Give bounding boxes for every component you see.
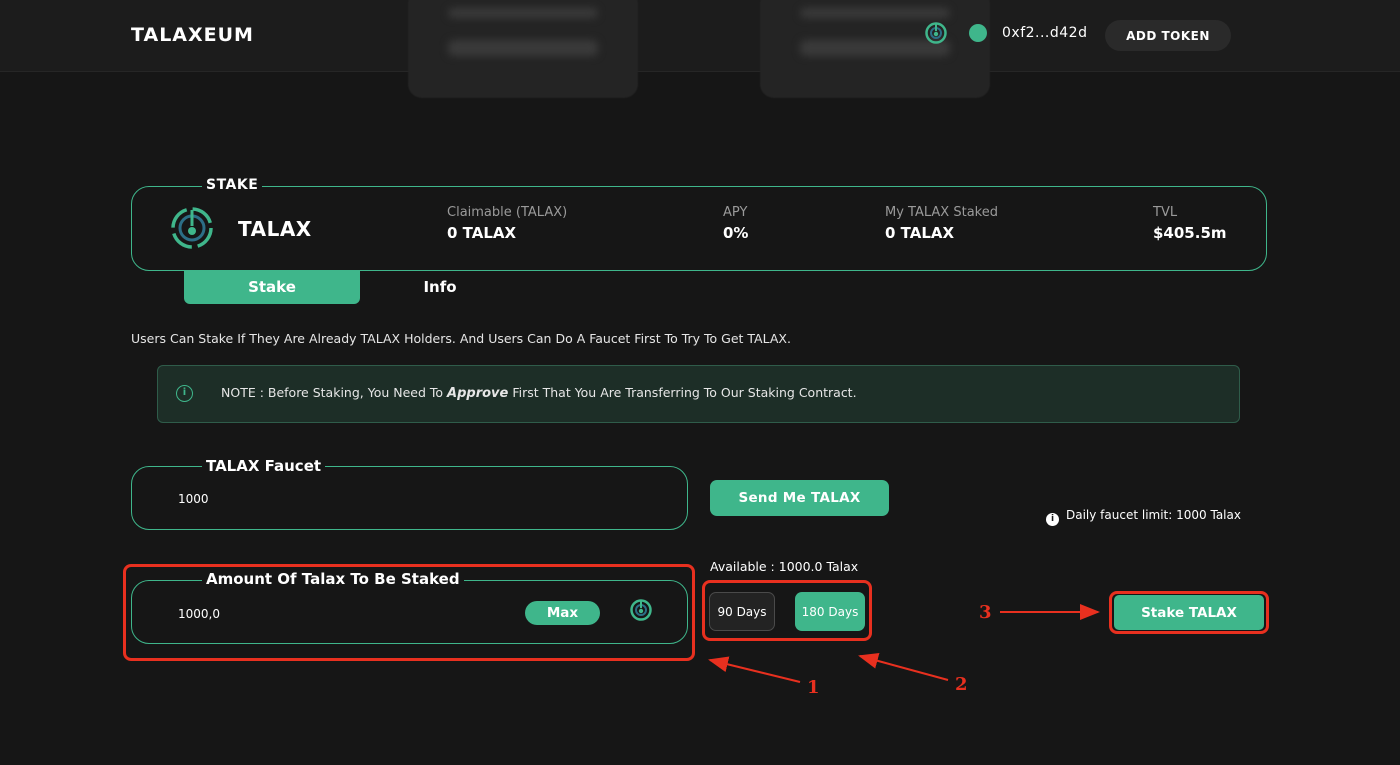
annotation-number-2: 2 — [955, 674, 968, 695]
stat-label: APY — [723, 205, 748, 220]
section-label: STAKE — [202, 177, 263, 193]
faucet-field[interactable]: TALAX Faucet 1000 — [131, 457, 688, 530]
note-text: NOTE : Before Staking, You Need To Appro… — [221, 385, 857, 401]
send-me-talax-button[interactable]: Send Me TALAX — [710, 480, 889, 516]
wallet-address[interactable]: 0xf2...d42d — [1002, 25, 1087, 41]
stat-value: 0 TALAX — [885, 224, 955, 242]
stake-summary-card: STAKE TALAX Claimable (TALAX) 0 TALAX AP… — [131, 177, 1267, 271]
stat-value: 0% — [723, 224, 749, 242]
stat-apy: APY 0% — [723, 205, 748, 242]
annotation-number-1: 1 — [807, 677, 820, 698]
note-suffix: First That You Are Transferring To Our S… — [508, 385, 857, 400]
app-logo[interactable]: TALAXEUM — [131, 24, 254, 46]
stat-tvl: TVL $405.5m — [1153, 205, 1227, 242]
approve-note-banner: i NOTE : Before Staking, You Need To App… — [157, 365, 1240, 423]
stat-label: My TALAX Staked — [885, 205, 998, 220]
token-name: TALAX — [238, 217, 312, 241]
annotation-highlight-duration — [702, 580, 872, 641]
annotation-highlight-amount — [123, 564, 695, 661]
stat-label: Claimable (TALAX) — [447, 205, 568, 220]
stat-value: $405.5m — [1153, 224, 1227, 242]
note-prefix: NOTE : Before Staking, You Need To — [221, 385, 448, 400]
info-icon: i — [176, 385, 193, 402]
add-token-button[interactable]: ADD TOKEN — [1105, 20, 1231, 51]
talax-token-icon — [171, 207, 213, 249]
faucet-label: TALAX Faucet — [202, 457, 326, 475]
tab-stake[interactable]: Stake — [184, 271, 360, 304]
top-navbar: TALAXEUM 0xf2...d42d ADD TOKEN — [0, 0, 1400, 98]
stat-label: TVL — [1153, 205, 1178, 220]
network-icon[interactable] — [925, 22, 947, 44]
stat-value: 0 TALAX — [447, 224, 517, 242]
info-icon: i — [1046, 513, 1059, 526]
faucet-limit-text: Daily faucet limit: 1000 Talax — [1066, 508, 1241, 522]
stat-my-staked: My TALAX Staked 0 TALAX — [885, 205, 998, 242]
blurred-stat-card — [408, 0, 638, 98]
wallet-avatar[interactable] — [969, 24, 987, 42]
faucet-limit-info: i Daily faucet limit: 1000 Talax — [1046, 508, 1241, 526]
note-emphasis: Approve — [447, 386, 509, 401]
faucet-amount-input[interactable]: 1000 — [178, 492, 209, 506]
available-balance: Available : 1000.0 Talax — [710, 559, 859, 574]
annotation-highlight-stake — [1109, 591, 1269, 634]
tab-info[interactable]: Info — [352, 271, 528, 304]
stake-description: Users Can Stake If They Are Already TALA… — [131, 331, 791, 346]
annotation-number-3: 3 — [979, 602, 992, 623]
blurred-stat-card — [760, 0, 990, 98]
stat-claimable: Claimable (TALAX) 0 TALAX — [447, 205, 567, 242]
